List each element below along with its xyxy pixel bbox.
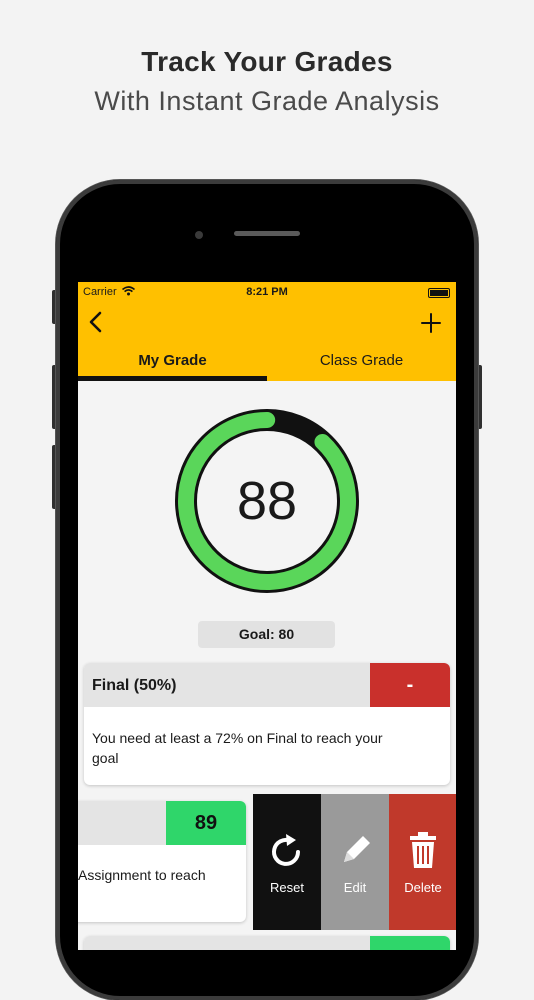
delete-button[interactable]: Delete [389,794,456,930]
reset-button[interactable]: Reset [253,794,321,930]
chevron-left-icon[interactable] [88,309,104,339]
front-camera [195,231,203,239]
clock: 8:21 PM [246,286,288,298]
score-badge: 89 [166,801,246,845]
reset-icon [272,834,300,866]
reset-label: Reset [270,880,304,895]
delete-label: Delete [404,880,442,895]
tab-my-grade[interactable]: My Grade [78,352,267,369]
goal-badge: Goal: 80 [198,621,335,648]
card-message: Assignment to reach [78,867,206,883]
earpiece-speaker [234,231,300,236]
grade-card-assignment[interactable]: 89 Assignment to reach [78,801,246,922]
grade-card-next[interactable] [84,936,450,950]
promo-subheadline: With Instant Grade Analysis [94,86,440,116]
battery-icon [428,288,450,298]
status-bar: Carrier 8:21 PM [78,285,456,301]
grade-gauge: 88 [174,408,360,594]
card-message: You need at least a 72% on Final to reac… [92,730,383,766]
tab-selection-indicator [78,376,267,381]
app-screen: Carrier 8:21 PM My Grade Class Grade 88 … [78,282,456,950]
top-bar: Carrier 8:21 PM My Grade Class Grade [78,282,456,381]
score-badge [370,936,450,950]
card-title: Final (50%) [92,677,177,694]
pencil-icon [344,836,370,862]
card-header [84,936,370,950]
trash-icon [410,832,436,868]
grade-card-final[interactable]: Final (50%) - You need at least a 72% on… [84,663,450,785]
grade-value: 88 [236,471,298,531]
score-badge: - [370,663,450,707]
tab-class-grade[interactable]: Class Grade [267,352,456,369]
edit-label: Edit [343,880,367,895]
card-header [78,801,166,845]
promo-headline: Track Your Grades [141,46,393,77]
edit-button[interactable]: Edit [321,794,389,930]
plus-icon[interactable] [421,306,441,338]
